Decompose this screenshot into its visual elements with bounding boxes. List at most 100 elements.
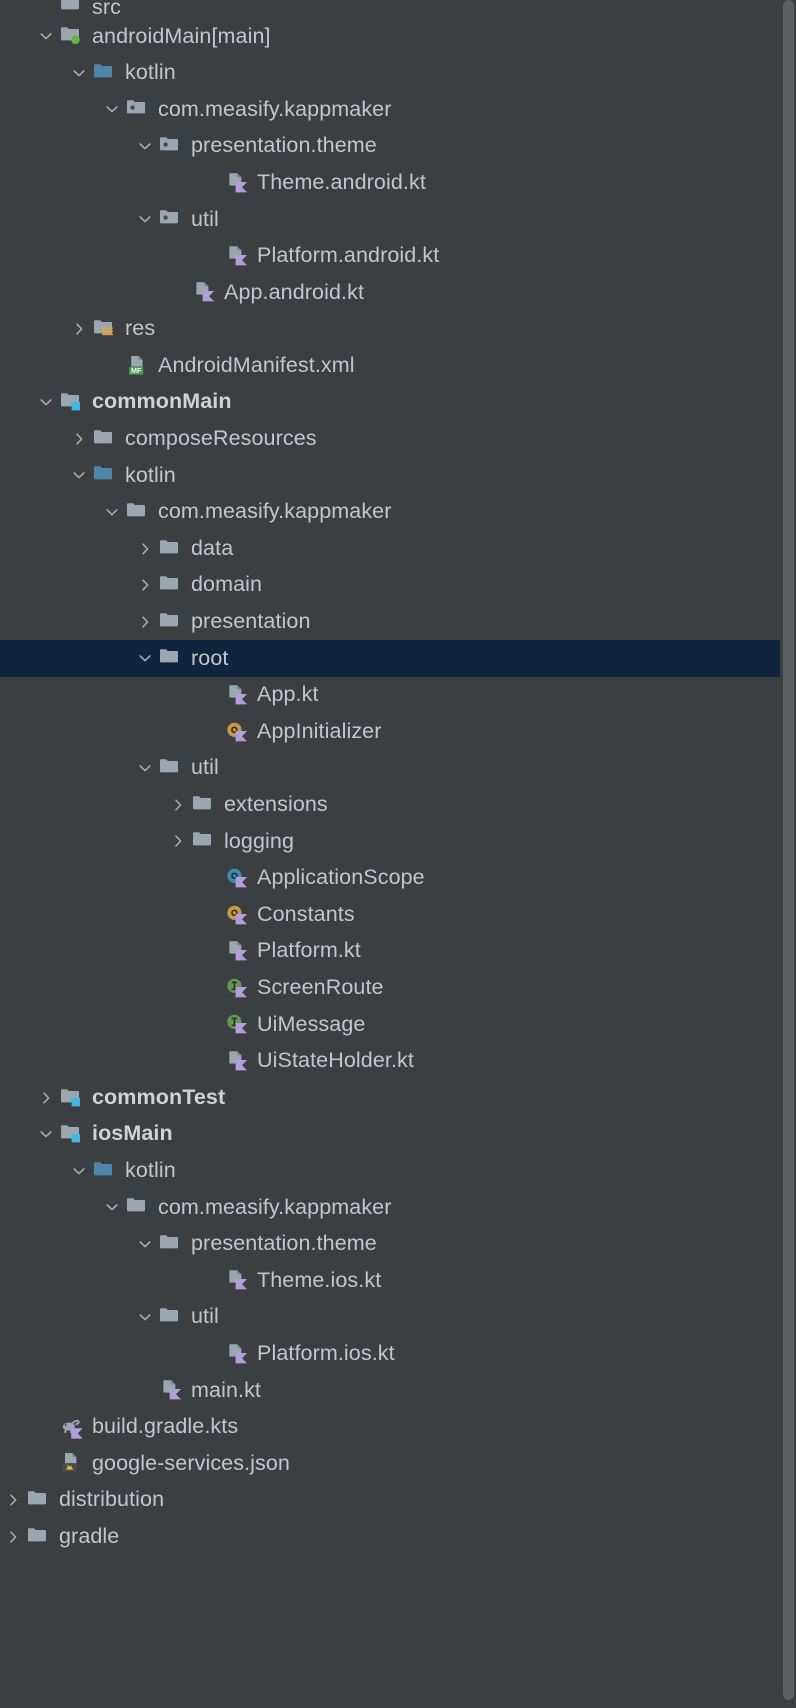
chevron-right-icon[interactable] (0, 1482, 26, 1518)
tree-row[interactable]: ScreenRoute (0, 969, 780, 1006)
tree-row-label: ApplicationScope (257, 865, 425, 890)
chevron-down-icon[interactable] (132, 1226, 158, 1262)
tree-row[interactable]: distribution (0, 1482, 780, 1519)
tree-row[interactable]: domain (0, 567, 780, 604)
tree-row-label: util (191, 1304, 219, 1329)
kotlin-object-orange-icon (224, 902, 250, 928)
tree-row-label: AppInitializer (257, 718, 382, 743)
tree-row[interactable]: ApplicationScope (0, 860, 780, 897)
tree-row-label: UiStateHolder.kt (257, 1048, 414, 1073)
tree-row-label: logging (224, 828, 295, 853)
tree-row[interactable]: App.kt (0, 677, 780, 714)
tree-row-label: data (191, 535, 234, 560)
chevron-right-icon[interactable] (165, 823, 191, 859)
tree-row[interactable]: root (0, 640, 780, 677)
tree-row[interactable]: androidMain [main] (0, 18, 780, 55)
project-tree[interactable]: src androidMain [main] kotlin com.measify.k… (0, 0, 780, 1708)
chevron-down-icon[interactable] (66, 457, 92, 493)
chevron-right-icon[interactable] (132, 567, 158, 603)
chevron-down-icon[interactable] (132, 128, 158, 164)
tree-row[interactable]: Theme.android.kt (0, 164, 780, 201)
chevron-right-icon[interactable] (132, 604, 158, 640)
tree-row[interactable]: util (0, 201, 780, 238)
tree-row[interactable]: Platform.ios.kt (0, 1335, 780, 1372)
tree-row[interactable]: kotlin (0, 55, 780, 92)
chevron-down-icon[interactable] (132, 750, 158, 786)
tree-row[interactable]: build.gradle.kts (0, 1409, 780, 1446)
chevron-down-icon[interactable] (132, 640, 158, 676)
tree-row[interactable]: presentation.theme (0, 1226, 780, 1263)
tree-row[interactable]: Theme.ios.kt (0, 1262, 780, 1299)
tree-row[interactable]: commonTest (0, 1079, 780, 1116)
kotlin-file-icon (158, 1377, 184, 1403)
firebase-json-file-icon (59, 1450, 85, 1476)
tree-row[interactable]: composeResources (0, 421, 780, 458)
folder-gray-icon (158, 609, 184, 635)
tree-row[interactable]: MF AndroidManifest.xml (0, 347, 780, 384)
chevron-down-icon[interactable] (66, 1153, 92, 1189)
folder-gray-icon (158, 645, 184, 671)
tree-row[interactable]: google-services.json (0, 1445, 780, 1482)
chevron-right-icon[interactable] (0, 1519, 26, 1555)
folder-gray-icon (158, 1231, 184, 1257)
tree-row[interactable]: Constants (0, 896, 780, 933)
tree-row[interactable]: presentation.theme (0, 128, 780, 165)
tree-row[interactable]: util (0, 1299, 780, 1336)
chevron-right-icon[interactable] (132, 531, 158, 567)
chevron-down-icon[interactable] (132, 1299, 158, 1335)
vertical-scrollbar[interactable] (780, 0, 796, 1708)
tree-row[interactable]: kotlin (0, 457, 780, 494)
tree-row[interactable]: logging (0, 823, 780, 860)
chevron-right-icon[interactable] (165, 787, 191, 823)
folder-gray-icon (158, 572, 184, 598)
tree-row[interactable]: kotlin (0, 1152, 780, 1189)
chevron-down-icon[interactable] (99, 494, 125, 530)
tree-row[interactable]: gradle (0, 1518, 780, 1555)
tree-row[interactable]: AppInitializer (0, 713, 780, 750)
tree-row[interactable]: Platform.kt (0, 933, 780, 970)
tree-row-label: presentation.theme (191, 133, 377, 158)
tree-row[interactable]: commonMain (0, 384, 780, 421)
tree-row[interactable]: UiMessage (0, 1006, 780, 1043)
folder-gray-icon (125, 1194, 151, 1220)
kotlin-class-blue-icon (224, 865, 250, 891)
tree-row[interactable]: iosMain (0, 1116, 780, 1153)
tree-row-label: Platform.ios.kt (257, 1340, 395, 1365)
tree-row[interactable]: com.measify.kappmaker (0, 494, 780, 531)
chevron-down-icon[interactable] (132, 201, 158, 237)
tree-row[interactable]: res (0, 311, 780, 348)
tree-row[interactable]: App.android.kt (0, 274, 780, 311)
chevron-down-icon[interactable] (99, 1189, 125, 1225)
folder-gray-icon (158, 536, 184, 562)
tree-row[interactable]: src (0, 0, 780, 18)
tree-row[interactable]: UiStateHolder.kt (0, 1043, 780, 1080)
scrollbar-thumb[interactable] (783, 0, 794, 1700)
tree-row[interactable]: data (0, 530, 780, 567)
chevron-right-icon[interactable] (66, 311, 92, 347)
chevron-down-icon[interactable] (99, 91, 125, 127)
kotlin-file-icon (224, 243, 250, 269)
tree-row-label: commonMain (92, 389, 232, 414)
chevron-down-icon[interactable] (33, 1116, 59, 1152)
tree-row[interactable]: Platform.android.kt (0, 238, 780, 275)
tree-row[interactable]: extensions (0, 786, 780, 823)
tree-row[interactable]: main.kt (0, 1372, 780, 1409)
tree-row[interactable]: com.measify.kappmaker (0, 91, 780, 128)
folder-module-blue-icon (59, 1085, 85, 1111)
tree-row-label: util (191, 206, 219, 231)
folder-module-blue-icon (59, 389, 85, 415)
chevron-right-icon[interactable] (33, 1080, 59, 1116)
chevron-down-icon[interactable] (33, 384, 59, 420)
chevron-down-icon[interactable] (66, 55, 92, 91)
tree-row[interactable]: presentation (0, 604, 780, 641)
tree-row[interactable]: com.measify.kappmaker (0, 1189, 780, 1226)
tree-row[interactable]: util (0, 750, 780, 787)
tree-row-label: extensions (224, 792, 328, 817)
chevron-right-icon[interactable] (66, 421, 92, 457)
chevron-down-icon[interactable] (33, 18, 59, 54)
